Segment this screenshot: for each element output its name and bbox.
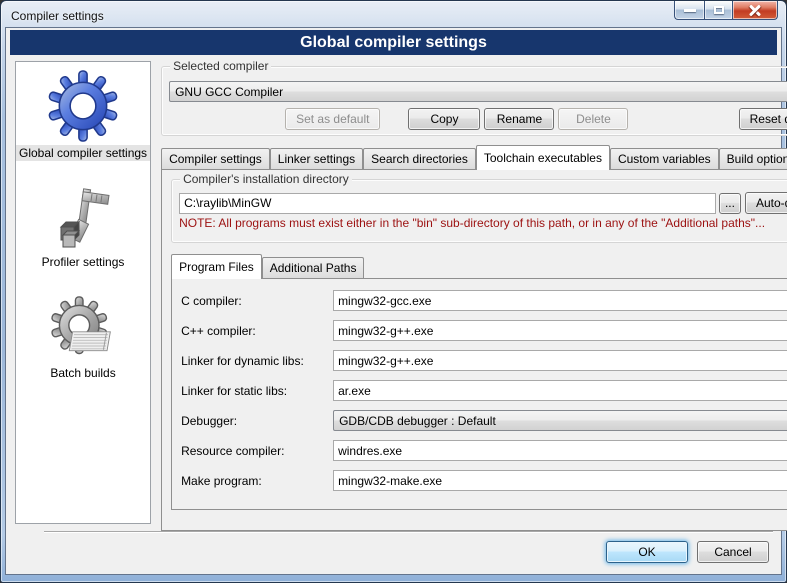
toolchain-executables-panel: Compiler's installation directory ... Au…	[161, 169, 787, 531]
dialog-footer: OK Cancel	[6, 531, 781, 574]
group-legend: Compiler's installation directory	[180, 172, 352, 186]
rename-button[interactable]: Rename	[484, 108, 554, 130]
maximize-icon	[714, 6, 724, 14]
ok-button[interactable]: OK	[606, 541, 688, 563]
reset-defaults-button[interactable]: Reset defaults	[739, 108, 787, 130]
delete-button[interactable]: Delete	[558, 108, 628, 130]
page-title: Global compiler settings	[10, 30, 777, 55]
field-row-static-linker: Linker for static libs: ...	[181, 380, 787, 401]
compiler-settings-window: Compiler settings Global compiler settin…	[0, 0, 787, 583]
field-label: Debugger:	[181, 414, 333, 428]
bin-subdirectory-note: NOTE: All programs must exist either in …	[179, 216, 787, 230]
tab-search-directories[interactable]: Search directories	[363, 148, 476, 169]
maximize-button[interactable]	[704, 1, 732, 20]
debugger-select[interactable]: GDB/CDB debugger : Default ▼	[333, 410, 787, 431]
sidebar-item-batch-builds[interactable]: Batch builds	[47, 296, 118, 381]
browse-directory-button[interactable]: ...	[719, 193, 741, 214]
tab-linker-settings[interactable]: Linker settings	[270, 148, 363, 169]
tab-compiler-settings[interactable]: Compiler settings	[161, 148, 270, 169]
field-label: Make program:	[181, 474, 333, 488]
selected-compiler-group: Selected compiler GNU GCC Compiler ▼ Set…	[161, 66, 787, 136]
field-row-resource-compiler: Resource compiler: ...	[181, 440, 787, 461]
installation-directory-group: Compiler's installation directory ... Au…	[171, 179, 787, 243]
footer-divider	[44, 531, 773, 532]
tab-additional-paths[interactable]: Additional Paths	[262, 257, 365, 278]
auto-detect-button[interactable]: Auto-detect	[745, 192, 787, 214]
close-button[interactable]	[732, 1, 778, 20]
sidebar-item-label: Batch builds	[47, 365, 118, 381]
sidebar-item-profiler-settings[interactable]: Profiler settings	[39, 187, 128, 270]
titlebar[interactable]: Compiler settings	[1, 1, 786, 27]
settings-tabstrip: Compiler settings Linker settings Search…	[161, 145, 787, 169]
dynamic-linker-input[interactable]	[333, 350, 787, 371]
tab-program-files[interactable]: Program Files	[171, 254, 262, 278]
make-program-input[interactable]	[333, 470, 787, 491]
c-compiler-input[interactable]	[333, 290, 787, 311]
gray-gear-papers-icon	[50, 296, 116, 362]
install-directory-input[interactable]	[179, 193, 716, 214]
set-as-default-button[interactable]: Set as default	[285, 108, 380, 130]
field-row-cpp-compiler: C++ compiler: ...	[181, 320, 787, 341]
close-icon	[749, 4, 761, 16]
dialog-client-area: Global compiler settings	[5, 27, 782, 575]
program-files-panel: C compiler: ... C++ compiler: ... Linker…	[171, 278, 787, 510]
field-row-make-program: Make program: ...	[181, 470, 787, 491]
program-files-tabstrip: Program Files Additional Paths	[171, 255, 787, 278]
field-row-c-compiler: C compiler: ...	[181, 290, 787, 311]
caliper-icon	[51, 187, 115, 251]
field-row-debugger: Debugger: GDB/CDB debugger : Default ▼	[181, 410, 787, 431]
resource-compiler-input[interactable]	[333, 440, 787, 461]
sidebar-item-label: Global compiler settings	[16, 145, 150, 161]
copy-button[interactable]: Copy	[408, 108, 480, 130]
field-label: C++ compiler:	[181, 324, 333, 338]
minimize-icon	[684, 9, 696, 12]
static-linker-input[interactable]	[333, 380, 787, 401]
minimize-button[interactable]	[674, 1, 704, 20]
field-label: C compiler:	[181, 294, 333, 308]
settings-category-list: Global compiler settings	[15, 61, 151, 524]
compiler-select-value: GNU GCC Compiler	[175, 85, 787, 99]
cancel-button[interactable]: Cancel	[697, 541, 769, 563]
sidebar-item-global-compiler-settings[interactable]: Global compiler settings	[16, 70, 150, 161]
tab-custom-variables[interactable]: Custom variables	[610, 148, 719, 169]
cpp-compiler-input[interactable]	[333, 320, 787, 341]
field-label: Linker for dynamic libs:	[181, 354, 333, 368]
field-label: Linker for static libs:	[181, 384, 333, 398]
compiler-select[interactable]: GNU GCC Compiler ▼	[169, 81, 787, 102]
tab-build-options[interactable]: Build options	[719, 148, 787, 169]
tab-toolchain-executables[interactable]: Toolchain executables	[476, 145, 610, 169]
field-label: Resource compiler:	[181, 444, 333, 458]
blue-gear-icon	[47, 70, 119, 142]
window-title: Compiler settings	[11, 9, 104, 23]
group-legend: Selected compiler	[170, 59, 271, 73]
field-row-dynamic-linker: Linker for dynamic libs: ...	[181, 350, 787, 371]
sidebar-item-label: Profiler settings	[39, 254, 128, 270]
debugger-select-value: GDB/CDB debugger : Default	[339, 414, 787, 428]
